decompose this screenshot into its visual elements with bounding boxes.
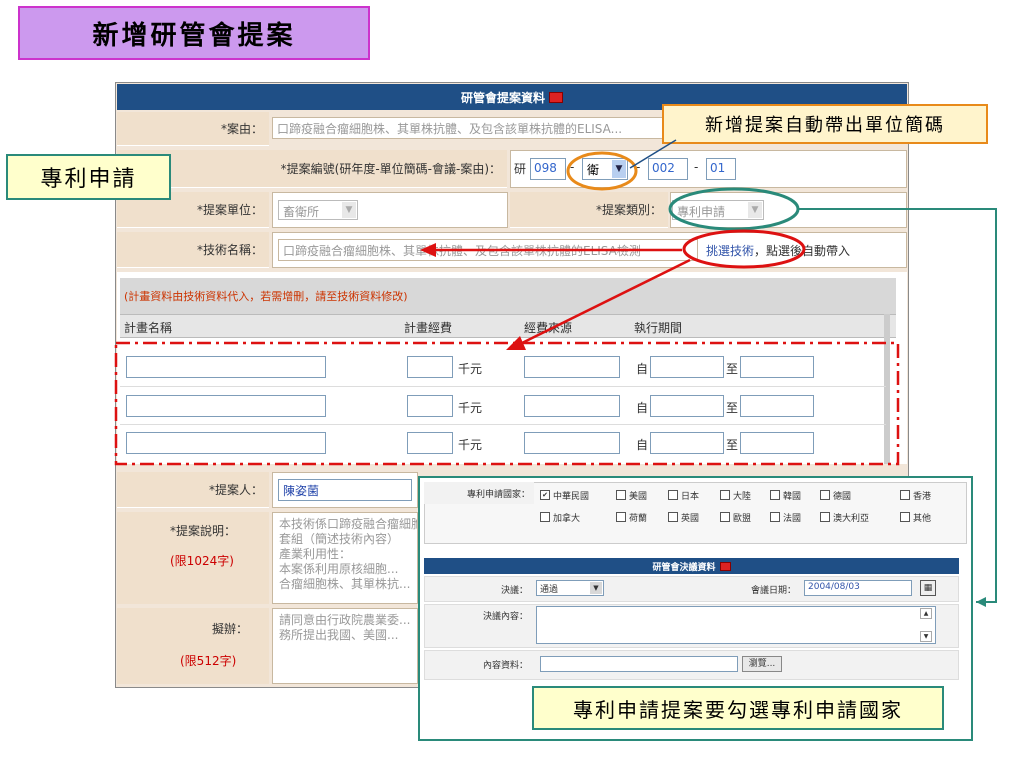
connector-arrowhead [976, 597, 986, 607]
tech-fill-arrowhead [420, 243, 436, 257]
unit-highlight-ellipse [566, 151, 638, 191]
auto-unit-pointer-line [629, 139, 677, 169]
plan-fill-arrow [519, 258, 691, 346]
plan-rows-dashed-box [114, 341, 900, 466]
annotation-overlay [114, 139, 997, 607]
select-tech-ellipse [682, 229, 806, 269]
category-highlight-ellipse [668, 187, 800, 231]
